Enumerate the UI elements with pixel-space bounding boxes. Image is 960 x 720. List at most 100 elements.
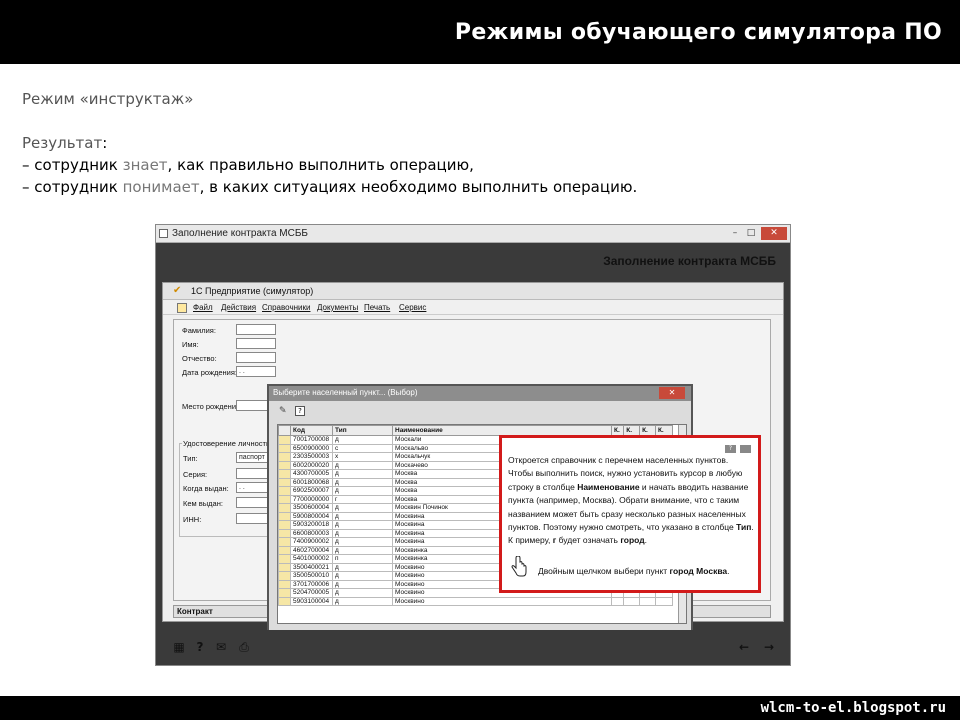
- forward-arrow-icon[interactable]: →: [762, 640, 776, 654]
- table-cell[interactable]: Москвино: [392, 596, 612, 606]
- table-cell[interactable]: 6001800068: [290, 477, 333, 487]
- column-k3[interactable]: К.: [639, 425, 656, 436]
- tooltip-bold-type: Тип: [736, 522, 752, 533]
- tooltip-help-button[interactable]: ?: [725, 445, 736, 453]
- maximize-button[interactable]: □: [744, 227, 758, 240]
- birthdate-field[interactable]: . .: [236, 366, 276, 377]
- table-cell[interactable]: д: [332, 477, 393, 487]
- table-cell[interactable]: 6500900000: [290, 443, 333, 453]
- table-cell[interactable]: 7001700008: [290, 435, 333, 445]
- table-cell[interactable]: д: [332, 579, 393, 589]
- result-colon: :: [102, 134, 108, 152]
- table-cell[interactable]: д: [332, 520, 393, 530]
- minimize-button[interactable]: –: [728, 227, 742, 240]
- surname-field[interactable]: [236, 324, 276, 335]
- table-cell[interactable]: д: [332, 545, 393, 555]
- name-field[interactable]: [236, 338, 276, 349]
- column-k4[interactable]: К.: [654, 425, 673, 436]
- table-cell[interactable]: 6002000020: [290, 460, 333, 470]
- id-group-label: Удостоверение личности: [182, 439, 272, 448]
- grid-icon[interactable]: ▦: [172, 640, 186, 654]
- table-cell[interactable]: [610, 596, 625, 606]
- table-cell[interactable]: 5903100004: [290, 596, 333, 606]
- tooltip-bold-name: Наименование: [577, 481, 640, 492]
- table-cell[interactable]: [639, 596, 656, 606]
- tooltip-action: Двойным щелчком выбери пункт город Москв…: [538, 566, 730, 576]
- folder-icon: [278, 528, 291, 538]
- simulator-header-title: Заполнение контракта МСББ: [603, 254, 776, 268]
- help-icon[interactable]: ?: [193, 640, 207, 654]
- tooltip-minimize-button[interactable]: [740, 445, 751, 453]
- column-k2[interactable]: К.: [623, 425, 641, 436]
- folder-icon: [278, 435, 291, 445]
- table-cell[interactable]: 5900800004: [290, 511, 333, 521]
- table-cell[interactable]: д: [332, 469, 393, 479]
- table-cell[interactable]: 4300700005: [290, 469, 333, 479]
- menu-references[interactable]: Справочники: [262, 303, 310, 312]
- dialog-close-button[interactable]: ✕: [659, 387, 685, 399]
- table-cell[interactable]: д: [332, 571, 393, 581]
- table-cell[interactable]: д: [332, 486, 393, 496]
- table-cell[interactable]: 5204700005: [290, 588, 333, 598]
- table-cell[interactable]: д: [332, 511, 393, 521]
- table-cell[interactable]: д: [332, 503, 393, 513]
- column-k1[interactable]: К.: [610, 425, 625, 436]
- table-cell[interactable]: г: [332, 494, 393, 504]
- table-cell[interactable]: п: [332, 554, 393, 564]
- dialog-toolbar: ✎ ?: [269, 403, 691, 419]
- table-cell[interactable]: 3500600004: [290, 503, 333, 513]
- tab-contract[interactable]: Контракт: [177, 607, 213, 616]
- close-button[interactable]: ✕: [761, 227, 787, 240]
- table-cell[interactable]: 6902500007: [290, 486, 333, 496]
- table-cell[interactable]: д: [332, 435, 393, 445]
- folder-icon: [278, 503, 291, 513]
- column-code[interactable]: Код: [290, 425, 333, 436]
- patronymic-label: Отчество:: [182, 354, 217, 363]
- issued-by-label: Кем выдан:: [183, 499, 223, 508]
- patronymic-field[interactable]: [236, 352, 276, 363]
- folder-icon: [278, 511, 291, 521]
- table-cell[interactable]: д: [332, 537, 393, 547]
- help-icon[interactable]: ?: [295, 406, 305, 416]
- table-cell[interactable]: 4602700004: [290, 545, 333, 555]
- dialog-titlebar: Выберите населенный пункт... (Выбор) ✕: [269, 386, 691, 401]
- menu-document-icon[interactable]: [177, 303, 187, 313]
- table-cell[interactable]: 5401000002: [290, 554, 333, 564]
- table-cell[interactable]: 7700000000: [290, 494, 333, 504]
- tooltip-text-4: будет означать: [556, 535, 621, 546]
- table-cell[interactable]: 3701700006: [290, 579, 333, 589]
- select-icon[interactable]: ✎: [279, 406, 289, 416]
- tooltip-action-end: .: [727, 566, 730, 576]
- table-cell[interactable]: 6600800003: [290, 528, 333, 538]
- table-cell[interactable]: 7400900002: [290, 537, 333, 547]
- menu-service[interactable]: Сервис: [399, 303, 426, 312]
- table-cell[interactable]: 3500400021: [290, 562, 333, 572]
- back-arrow-icon[interactable]: ←: [737, 640, 751, 654]
- menu-file[interactable]: Файл: [193, 303, 213, 312]
- table-cell[interactable]: д: [332, 588, 393, 598]
- table-cell[interactable]: [623, 596, 641, 606]
- result-line-2: – сотрудник понимает, в каких ситуациях …: [22, 176, 942, 198]
- menu-documents[interactable]: Документы: [317, 303, 358, 312]
- table-cell[interactable]: 3500500010: [290, 571, 333, 581]
- menu-actions[interactable]: Действия: [221, 303, 256, 312]
- table-cell[interactable]: д: [332, 596, 393, 606]
- table-row[interactable]: 5903100004 д Москвино: [278, 596, 673, 606]
- mail-icon[interactable]: ✉: [214, 640, 228, 654]
- table-cell[interactable]: х: [332, 452, 393, 462]
- table-cell[interactable]: д: [332, 562, 393, 572]
- menu-print[interactable]: Печать: [364, 303, 390, 312]
- table-cell[interactable]: с: [332, 443, 393, 453]
- table-cell[interactable]: 5903200018: [290, 520, 333, 530]
- column-name[interactable]: Наименование: [392, 425, 612, 436]
- folder-icon: [278, 596, 291, 606]
- window-icon: [159, 229, 168, 238]
- hand-cursor-icon: [511, 556, 527, 577]
- table-cell[interactable]: [654, 596, 673, 606]
- folder-icon: [278, 571, 291, 581]
- column-type[interactable]: Тип: [332, 425, 393, 436]
- table-cell[interactable]: д: [332, 460, 393, 470]
- table-cell[interactable]: 2303500003: [290, 452, 333, 462]
- print-icon[interactable]: ⎙: [237, 640, 251, 654]
- table-cell[interactable]: д: [332, 528, 393, 538]
